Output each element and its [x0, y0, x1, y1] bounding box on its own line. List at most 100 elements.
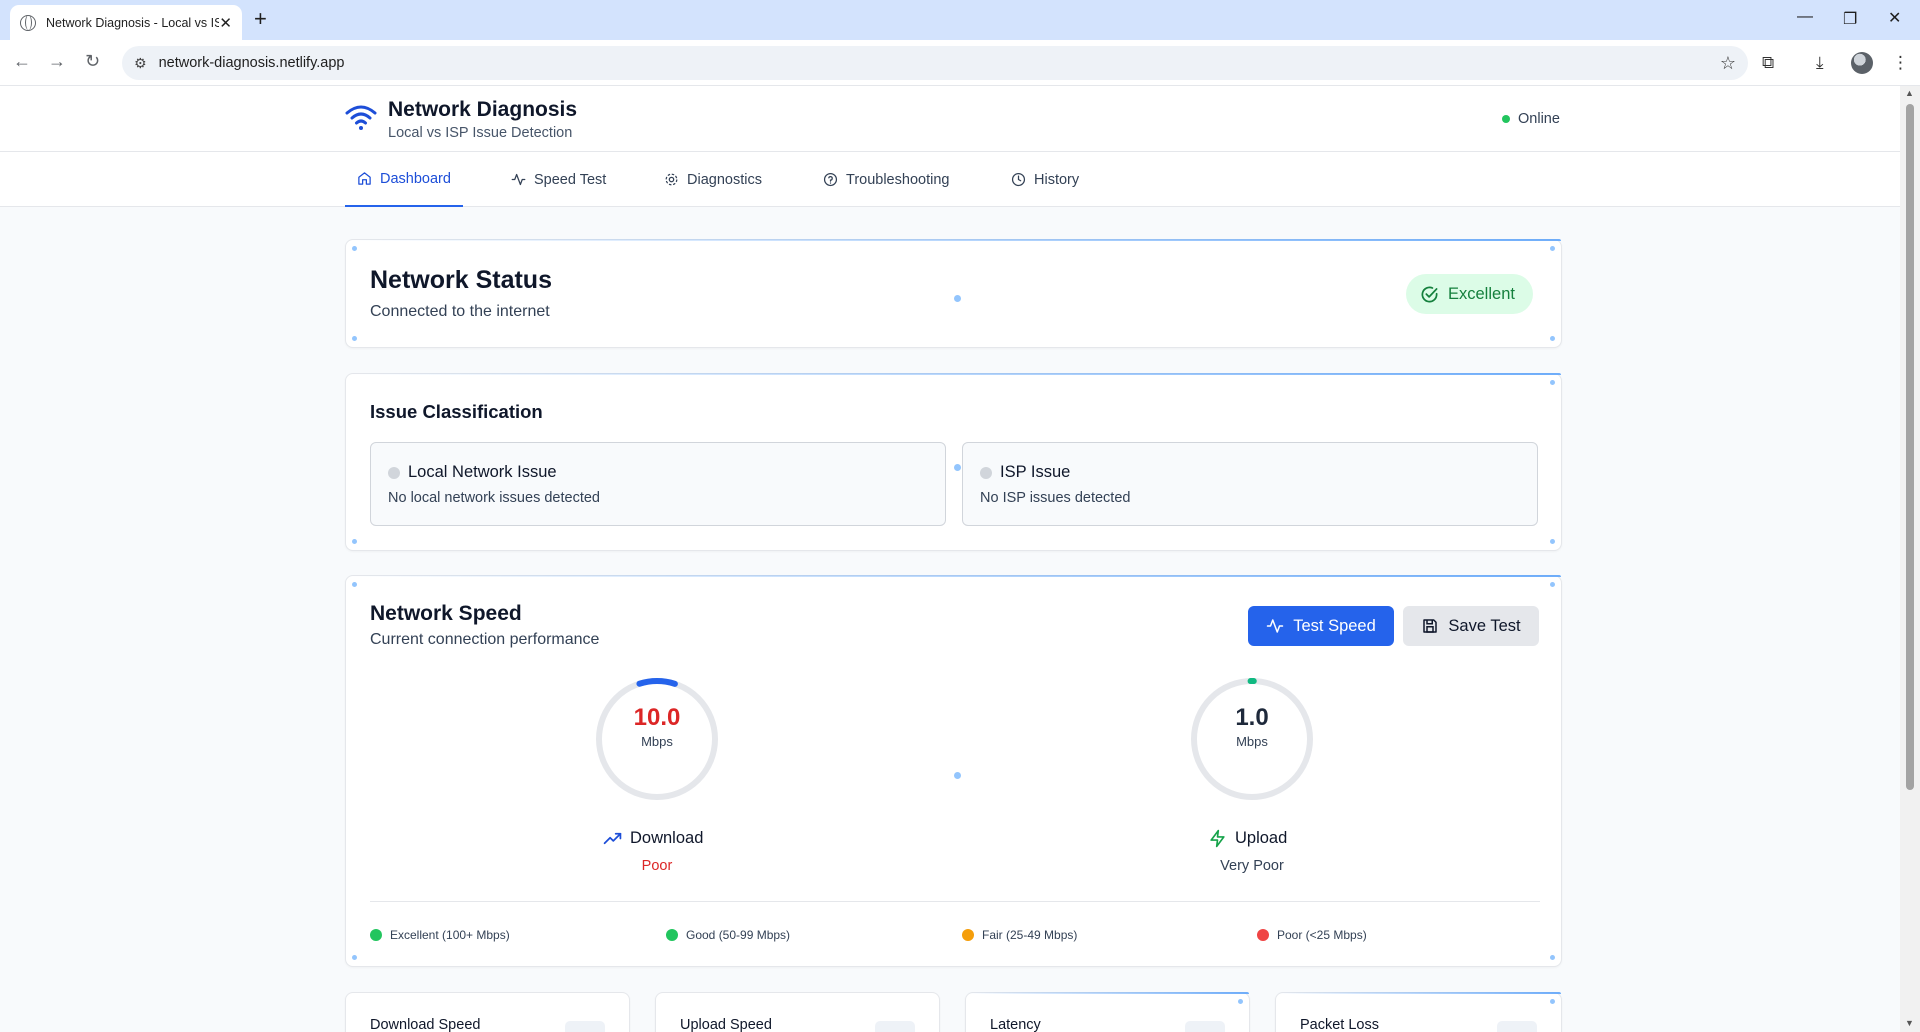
forward-icon[interactable]: → [48, 51, 66, 72]
metric-card-upload: Upload Speed [655, 992, 940, 1032]
save-icon [1423, 619, 1438, 633]
center-dot [954, 772, 961, 779]
corner-dot [1550, 999, 1555, 1004]
check-circle-icon [1421, 286, 1438, 302]
browser-tab-title: Network Diagnosis - Local vs IS [46, 15, 220, 30]
app-header: Network Diagnosis Local vs ISP Issue Det… [0, 86, 1900, 152]
tab-speed-test-label: Speed Test [534, 171, 607, 188]
browser-tab[interactable]: Network Diagnosis - Local vs IS ✕ [10, 5, 242, 40]
back-icon[interactable]: ← [13, 51, 31, 72]
tab-troubleshooting-label: Troubleshooting [846, 171, 950, 188]
download-icon[interactable]: ⤓ [1816, 53, 1824, 73]
corner-dot [1550, 336, 1555, 341]
legend-excellent: Excellent (100+ Mbps) [370, 928, 510, 942]
issue-classification-title: Issue Classification [370, 401, 543, 422]
corner-dot [1550, 539, 1555, 544]
legend-dot [370, 929, 382, 941]
tab-history[interactable]: History [999, 152, 1091, 207]
isp-issue-message: No ISP issues detected [980, 490, 1131, 506]
metric-card-packet-loss: Packet Loss [1275, 992, 1562, 1032]
download-rating: Poor [641, 858, 673, 874]
url-text: network-diagnosis.netlify.app [158, 55, 345, 71]
corner-dot [1550, 246, 1555, 251]
tab-diagnostics-label: Diagnostics [687, 171, 762, 188]
local-issue-title: Local Network Issue [408, 463, 557, 481]
new-tab-icon[interactable]: + [254, 8, 267, 30]
test-speed-label: Test Speed [1293, 616, 1376, 635]
network-speed-title: Network Speed [370, 602, 522, 625]
save-test-button[interactable]: Save Test [1403, 606, 1539, 646]
trending-up-icon [603, 832, 622, 845]
corner-dot [1238, 999, 1243, 1004]
corner-dot [352, 336, 357, 341]
clock-icon [1011, 172, 1026, 187]
menu-kebab-icon[interactable]: ⋮ [1892, 53, 1909, 73]
center-dot [954, 295, 961, 302]
restore-icon[interactable]: ❐ [1843, 9, 1857, 29]
bookmark-star-icon[interactable]: ☆ [1720, 53, 1736, 74]
tab-speed-test[interactable]: Speed Test [499, 152, 618, 207]
card-accent-line [1276, 992, 1561, 994]
reload-icon[interactable]: ↻ [85, 51, 100, 72]
page-scrollbar[interactable]: ▲ ▼ [1900, 86, 1920, 1032]
test-speed-button[interactable]: Test Speed [1248, 606, 1394, 646]
metric-card-latency: Latency [965, 992, 1250, 1032]
corner-dot [352, 539, 357, 544]
site-settings-icon[interactable]: ⚙ [134, 55, 147, 72]
scroll-up-icon[interactable]: ▲ [1905, 88, 1914, 98]
metric-label: Download Speed [370, 1017, 481, 1032]
globe-icon [20, 14, 36, 31]
app-subtitle: Local vs ISP Issue Detection [388, 125, 573, 141]
card-accent-line [346, 239, 1561, 241]
network-status-subtitle: Connected to the internet [370, 303, 550, 320]
corner-dot [352, 955, 357, 960]
card-accent-line [346, 373, 1561, 375]
network-speed-subtitle: Current connection performance [370, 631, 600, 648]
tab-troubleshooting[interactable]: Troubleshooting [811, 152, 961, 207]
tab-history-label: History [1034, 171, 1080, 188]
download-label: Download [603, 829, 703, 848]
address-bar[interactable]: ⚙ network-diagnosis.netlify.app ☆ [122, 46, 1748, 80]
local-issue-panel: Local Network Issue No local network iss… [370, 442, 946, 526]
network-status-card: Network Status Connected to the internet… [345, 239, 1562, 348]
tab-diagnostics[interactable]: Diagnostics [652, 152, 774, 207]
upload-value: 1.0 [1235, 704, 1269, 731]
metric-icon-badge [875, 1021, 915, 1032]
upload-rating: Very Poor [1220, 858, 1284, 874]
legend-label: Good (50-99 Mbps) [686, 928, 791, 942]
minimize-icon[interactable]: — [1797, 8, 1813, 26]
tab-search-icon[interactable]: ⧉ [1762, 53, 1774, 73]
activity-icon [511, 173, 526, 186]
corner-dot [1550, 380, 1555, 385]
tab-dashboard[interactable]: Dashboard [345, 152, 463, 207]
legend-poor: Poor (<25 Mbps) [1257, 928, 1367, 942]
legend-dot [962, 929, 974, 941]
legend-dot [1257, 929, 1269, 941]
legend-label: Fair (25-49 Mbps) [982, 928, 1078, 942]
status-badge: Excellent [1406, 274, 1533, 314]
metric-card-download: Download Speed [345, 992, 630, 1032]
window-close-icon[interactable]: ✕ [1888, 8, 1901, 28]
corner-dot [352, 246, 357, 251]
network-speed-card: Network Speed Current connection perform… [345, 575, 1562, 967]
zap-icon [1210, 829, 1225, 848]
center-dot [954, 464, 961, 471]
tab-dashboard-label: Dashboard [380, 170, 451, 187]
close-tab-icon[interactable]: ✕ [219, 14, 232, 32]
scroll-down-icon[interactable]: ▼ [1905, 1018, 1914, 1028]
network-status-title: Network Status [370, 266, 552, 294]
profile-avatar[interactable] [1851, 52, 1873, 74]
activity-icon [1266, 619, 1284, 633]
main-nav: Dashboard Speed Test Diagnostics Trouble… [0, 152, 1900, 207]
app-title: Network Diagnosis [388, 98, 578, 121]
browser-tab-bar: Network Diagnosis - Local vs IS ✕ + — ❐ … [0, 0, 1920, 40]
download-label-text: Download [630, 829, 704, 847]
connection-status: Online [1502, 111, 1560, 127]
metric-label: Packet Loss [1300, 1017, 1379, 1032]
legend-fair: Fair (25-49 Mbps) [962, 928, 1077, 942]
browser-toolbar: ← → ↻ ⚙ network-diagnosis.netlify.app ☆ … [0, 40, 1920, 86]
legend-good: Good (50-99 Mbps) [666, 928, 790, 942]
save-test-label: Save Test [1448, 616, 1521, 635]
metric-icon-badge [565, 1021, 605, 1032]
scrollbar-thumb[interactable] [1906, 104, 1914, 790]
